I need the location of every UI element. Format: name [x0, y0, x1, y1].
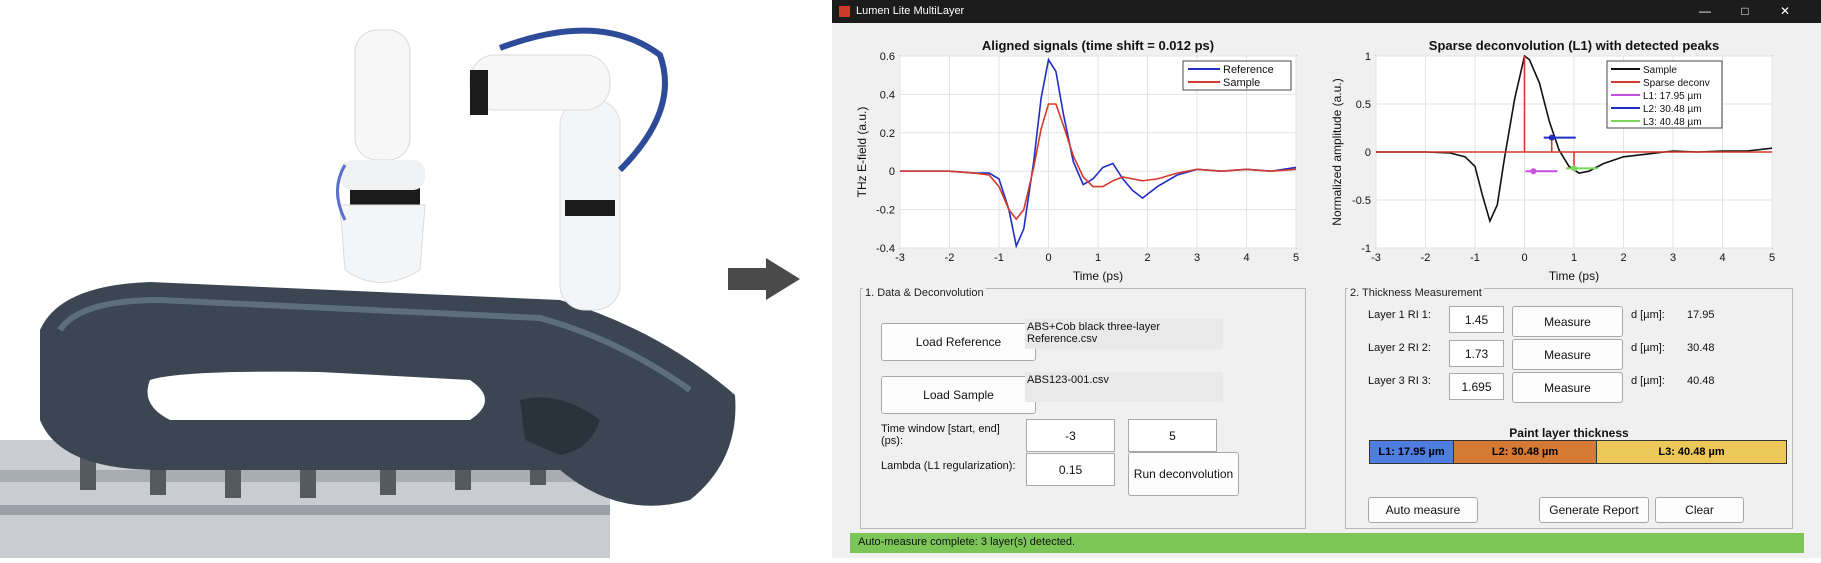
p1-xtick-label: 0: [1045, 252, 1051, 264]
p2-ytick-label: 0: [1365, 147, 1371, 159]
p1-ytick-label: -0.2: [876, 205, 895, 217]
time-window-label: Time window [start, end] (ps):: [881, 423, 1000, 447]
plot2-ylabel: Normalized amplitude (a.u.): [1330, 78, 1344, 225]
layer3-d-label: d [µm]:: [1631, 375, 1665, 387]
p2-xtick-label: -1: [1470, 252, 1480, 264]
legend-reference: Reference: [1223, 64, 1274, 76]
layer2-measure-button[interactable]: Measure: [1512, 339, 1623, 370]
maximize-button[interactable]: □: [1725, 2, 1765, 21]
p2-ytick-label: -1: [1361, 243, 1371, 255]
plot1-title: Aligned signals (time shift = 0.012 ps): [982, 38, 1214, 53]
generate-report-button[interactable]: Generate Report: [1539, 497, 1649, 523]
title-bar: Lumen Lite MultiLayer — □ ✕: [832, 0, 1821, 23]
minimize-button[interactable]: —: [1685, 2, 1725, 21]
p1-ytick-label: -0.4: [876, 243, 895, 255]
legend-sample: Sample: [1223, 77, 1260, 89]
robot-bumper-photo: [0, 0, 790, 558]
legend-l2: L2: 30.48 µm: [1643, 104, 1702, 115]
auto-measure-button[interactable]: Auto measure: [1368, 497, 1478, 523]
legend-l3: L3: 40.48 µm: [1643, 117, 1702, 128]
layer1-d-value: 17.95: [1687, 309, 1715, 321]
p1-ytick-label: 0: [889, 166, 895, 178]
p1-xtick-label: 4: [1243, 252, 1249, 264]
plot1-legend: Reference Sample: [1182, 60, 1292, 91]
reference-file-label: ABS+Cob black three-layer Reference.csv: [1025, 319, 1223, 349]
sample-file-label: ABS123-001.csv: [1025, 372, 1223, 402]
p2-xtick-label: -2: [1421, 252, 1431, 264]
p2-xtick-label: 5: [1769, 252, 1775, 264]
plot1-xlabel: Time (ps): [1073, 269, 1123, 283]
layer3-d-value: 40.48: [1687, 375, 1715, 387]
thickness-bar-l1: L1: 17.95 µm: [1369, 440, 1454, 464]
plots-area: -3 -2 -1 0 1 2 3 4 5 0.6 0.4 0.2 0 -0.2 -0.4 Aligned …: [832, 23, 1821, 283]
legend-l1: L1: 17.95 µm: [1643, 91, 1702, 102]
layer3-ri-input[interactable]: 1.695: [1449, 373, 1504, 400]
p2-peak-point: [1571, 165, 1577, 172]
layer1-d-label: d [µm]:: [1631, 309, 1665, 321]
p2-xtick-label: 1: [1571, 252, 1577, 264]
clear-button[interactable]: Clear: [1655, 497, 1744, 523]
run-deconvolution-button[interactable]: Run deconvolution: [1128, 452, 1239, 496]
p2-peak-point: [1530, 168, 1537, 175]
p1-xtick-label: 2: [1144, 252, 1150, 264]
p1-ytick-label: 0.2: [880, 128, 895, 140]
p2-ytick-label: 0.5: [1356, 99, 1371, 111]
layer2-label: Layer 2 RI 2:: [1368, 342, 1431, 354]
layer1-ri-input[interactable]: 1.45: [1449, 306, 1504, 333]
layer1-label: Layer 1 RI 1:: [1368, 309, 1431, 321]
arrow-icon: [728, 258, 800, 305]
close-button[interactable]: ✕: [1765, 2, 1805, 21]
app-window: Lumen Lite MultiLayer — □ ✕ -3 -2 -1 0 1 2 3 4 5…: [832, 0, 1821, 558]
time-start-input[interactable]: -3: [1026, 419, 1115, 452]
status-bar: Auto-measure complete: 3 layer(s) detect…: [850, 533, 1804, 553]
p2-xtick-label: 2: [1620, 252, 1626, 264]
layer2-ri-input[interactable]: 1.73: [1449, 340, 1504, 367]
layer3-measure-button[interactable]: Measure: [1512, 372, 1623, 403]
data-panel-title: 1. Data & Deconvolution: [863, 287, 986, 299]
p2-xtick-label: -3: [1371, 252, 1381, 264]
p1-xtick-label: -3: [895, 252, 905, 264]
plot1-ylabel: THz E-field (a.u.): [855, 107, 869, 198]
plot2-title: Sparse deconvolution (L1) with detected …: [1429, 38, 1719, 53]
layer2-d-value: 30.48: [1687, 342, 1715, 354]
time-end-input[interactable]: 5: [1128, 419, 1217, 452]
p2-ytick-label: 1: [1365, 51, 1371, 63]
paint-thickness-title: Paint layer thickness: [1509, 426, 1629, 440]
legend-sparse: Sparse deconv: [1643, 78, 1710, 89]
p1-ytick-label: 0.6: [880, 51, 895, 63]
p1-xtick-label: -1: [994, 252, 1004, 264]
layer2-d-label: d [µm]:: [1631, 342, 1665, 354]
plot2-xlabel: Time (ps): [1549, 269, 1599, 283]
thickness-panel: 2. Thickness Measurement Layer 1 RI 1: 1…: [1345, 287, 1793, 529]
p1-ytick-label: 0.4: [880, 89, 895, 101]
p2-ytick-label: -0.5: [1352, 195, 1371, 207]
load-sample-button[interactable]: Load Sample: [881, 376, 1036, 414]
p1-xtick-label: 5: [1293, 252, 1299, 264]
layer3-label: Layer 3 RI 3:: [1368, 375, 1431, 387]
plot2-legend: Sample Sparse deconv L1: 17.95 µm L2: 30…: [1606, 60, 1723, 129]
layer1-measure-button[interactable]: Measure: [1512, 306, 1623, 337]
app-icon: [839, 6, 850, 17]
thickness-bar-l3: L3: 40.48 µm: [1596, 440, 1787, 464]
p2-xtick-label: 4: [1719, 252, 1725, 264]
p1-xtick-label: 3: [1194, 252, 1200, 264]
p2-xtick-label: 3: [1670, 252, 1676, 264]
data-panel: 1. Data & Deconvolution Load Reference A…: [860, 287, 1306, 529]
window-title: Lumen Lite MultiLayer: [856, 5, 965, 17]
p1-xtick-label: 1: [1095, 252, 1101, 264]
p2-xtick-label: 0: [1521, 252, 1527, 264]
legend-sample2: Sample: [1643, 65, 1677, 76]
lambda-input[interactable]: 0.15: [1026, 453, 1115, 486]
lambda-label: Lambda (L1 regularization):: [881, 460, 1016, 472]
thickness-panel-title: 2. Thickness Measurement: [1348, 287, 1484, 299]
load-reference-button[interactable]: Load Reference: [881, 323, 1036, 361]
thickness-bar-l2: L2: 30.48 µm: [1453, 440, 1597, 464]
p2-peak-point: [1548, 134, 1555, 141]
p1-xtick-label: -2: [945, 252, 955, 264]
